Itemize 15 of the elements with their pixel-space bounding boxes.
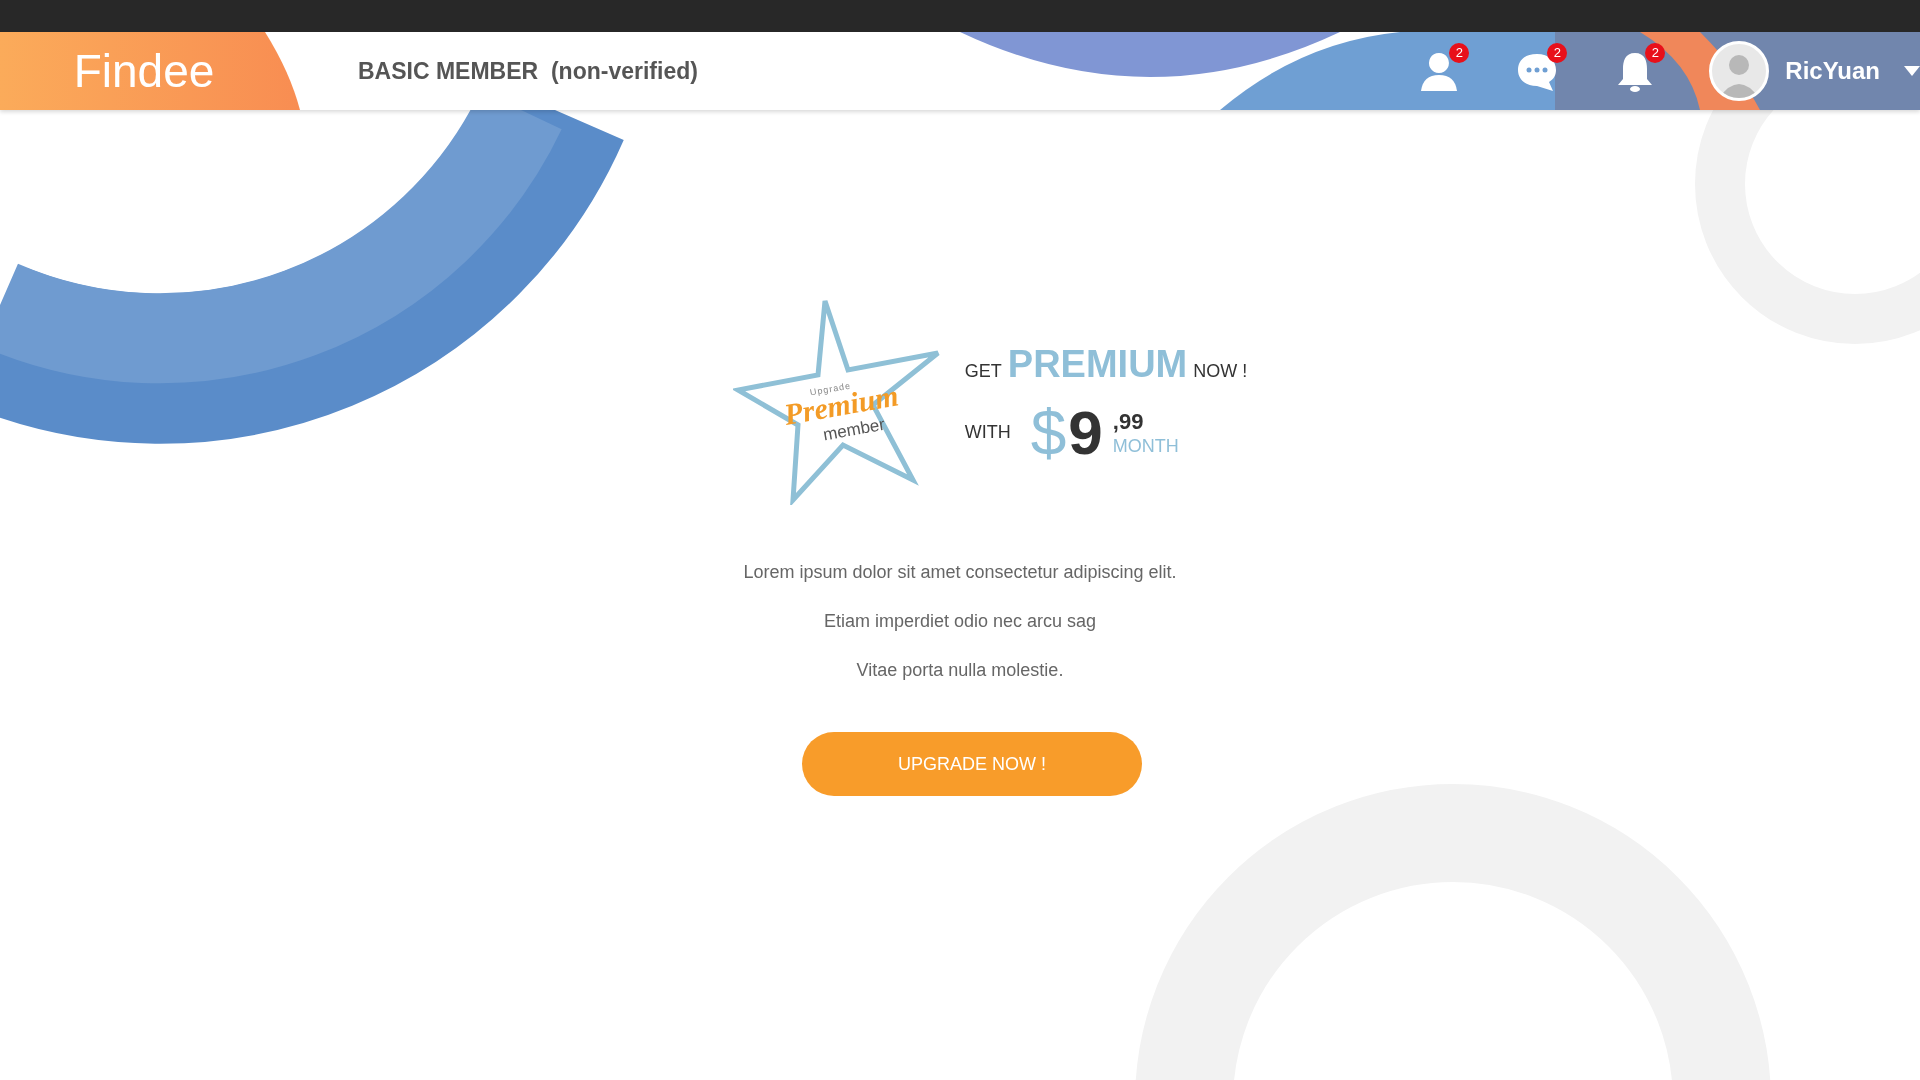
currency-symbol: $: [1030, 400, 1067, 465]
premium-title: PREMIUM: [1007, 341, 1188, 387]
period-label: MONTH: [1112, 436, 1179, 455]
description-text: Lorem ipsum dolor sit amet consectetur adipiscing elit.: [743, 561, 1177, 584]
caret-icon[interactable]: [1904, 66, 1920, 76]
description-text: Vitae porta nulla molestie.: [855, 659, 1065, 682]
upgrade-button[interactable]: UPGRADE NOW !: [802, 732, 1142, 796]
user-name[interactable]: RicYuan: [1785, 53, 1880, 89]
price-amount: 9: [1068, 401, 1103, 464]
now-label: NOW !: [1193, 359, 1248, 383]
get-label: GET: [964, 359, 1002, 383]
membership-status: BASIC MEMBER (non-verified): [358, 56, 698, 86]
with-label: WITH: [964, 421, 1011, 444]
price-cents: ,99: [1112, 410, 1145, 433]
description-text: Etiam imperdiet odio nec arcu sag: [822, 610, 1098, 633]
